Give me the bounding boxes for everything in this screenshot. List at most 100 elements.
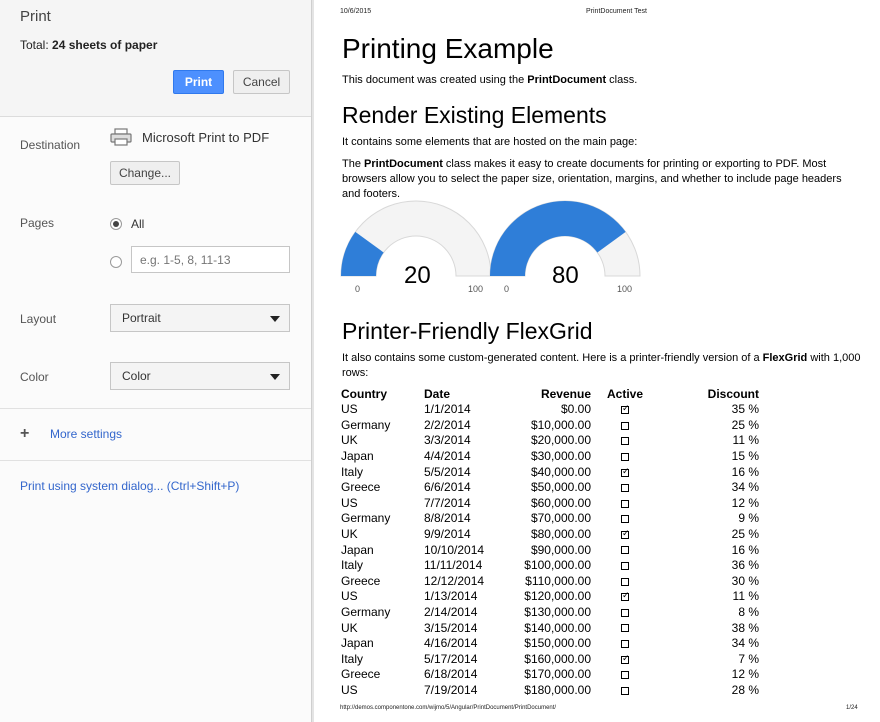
cell-country: US [341,495,358,510]
cell-discount: 28 % [731,682,759,697]
render-bold: PrintDocument [364,158,443,170]
active-checkbox [621,653,630,664]
table-row: Japan 4/4/2014 $30,000.00 15 % [341,449,759,465]
destination-label: Destination [20,138,81,152]
layout-value: Portrait [122,311,161,325]
cell-date: 3/15/2014 [424,620,478,635]
layout-select[interactable]: Portrait [110,304,290,332]
cell-discount: 16 % [731,542,759,557]
cell-date: 11/11/2014 [424,558,483,573]
cell-country: Germany [341,605,391,620]
table-row: UK 3/3/2014 $20,000.00 11 % [341,433,759,449]
cell-date: 2/14/2014 [424,605,478,620]
cell-active [591,652,659,668]
cell-revenue: $60,000.00 [530,495,591,510]
cell-active [591,620,659,636]
pages-all-label: All [131,217,145,231]
active-checkbox [621,466,630,477]
print-button[interactable]: Print [173,70,224,94]
page-footer-url: http://demos.componentone.com/wijmo/5/An… [340,705,557,711]
table-row: US 1/1/2014 $0.00 35 % [341,402,759,418]
pages-custom-radio[interactable] [110,256,122,268]
cell-discount: 38 % [731,620,759,635]
pages-label: Pages [20,216,55,230]
cell-date: 6/6/2014 [424,480,471,495]
cell-revenue: $0.00 [560,402,591,417]
gauge-2-value: 80 [552,262,579,289]
sheet-total: Total: 24 sheets of paper [20,38,157,52]
print-settings-panel: Print Total: 24 sheets of paper Print Ca… [0,0,311,722]
change-destination-button[interactable]: Change... [110,161,180,185]
cell-date: 4/16/2014 [424,636,478,651]
table-row: Germany 8/8/2014 $70,000.00 9 % [341,511,759,527]
cell-country: Japan [341,449,374,464]
cell-active [591,402,659,418]
cell-discount: 11 % [732,589,759,604]
gauge-1-max: 100 [468,284,484,294]
cell-active [591,683,659,699]
total-prefix: Total: [20,38,53,52]
cell-active [591,589,659,605]
flexgrid-text: It also contains some custom-generated c… [342,351,862,381]
active-checkbox [621,437,629,446]
cell-country: UK [341,433,358,448]
cell-active [591,496,659,512]
table-row: US 1/13/2014 $120,000.00 11 % [341,589,759,605]
cell-country: US [341,682,358,697]
plus-icon[interactable]: + [20,426,29,442]
divider [0,408,311,409]
cancel-button[interactable]: Cancel [233,70,290,94]
cell-country: Greece [341,480,381,495]
print-preview-page: 10/6/2015 PrintDocument Test Printing Ex… [314,0,880,722]
intro-post: class. [606,74,638,86]
col-active: Active [606,387,644,401]
cell-date: 5/17/2014 [424,651,478,666]
cell-country: Greece [341,667,381,682]
active-checkbox [621,452,629,461]
cell-active [591,574,659,590]
page-header-title: PrintDocument Test [586,8,647,15]
cell-active [591,667,659,683]
col-country: Country [341,387,387,401]
table-row: Italy 5/5/2014 $40,000.00 16 % [341,464,759,480]
cell-discount: 34 % [731,636,759,651]
cell-discount: 35 % [731,402,759,417]
more-settings-link[interactable]: More settings [50,427,122,441]
system-dialog-link[interactable]: Print using system dialog... (Ctrl+Shift… [20,479,239,493]
cell-discount: 12 % [731,495,759,510]
cell-country: US [341,402,358,417]
active-checkbox [621,403,630,415]
cell-revenue: $30,000.00 [530,449,591,464]
divider [0,460,311,461]
col-date: Date [424,387,451,401]
cell-active [591,480,659,496]
cell-revenue: $140,000.00 [524,620,591,635]
pages-range-input[interactable] [131,246,290,273]
active-checkbox [621,624,629,633]
cell-date: 7/19/2014 [424,682,478,697]
cell-country: Greece [341,573,381,588]
intro-pre: This document was created using the [342,74,528,86]
cell-revenue: $130,000.00 [524,605,591,620]
table-row: Greece 12/12/2014 $110,000.00 30 % [341,574,759,590]
cell-revenue: $20,000.00 [530,433,591,448]
cell-date: 3/3/2014 [424,433,471,448]
cell-discount: 25 % [731,527,759,542]
gauge-2-max: 100 [617,284,633,294]
cell-country: Japan [341,542,374,557]
col-revenue: Revenue [540,387,591,401]
pages-all-radio[interactable] [110,218,122,230]
cell-discount: 8 % [738,605,759,620]
printer-icon [110,128,132,146]
table-row: Greece 6/6/2014 $50,000.00 34 % [341,480,759,496]
cell-active [591,511,659,527]
section-heading-render: Render Existing Elements [342,102,607,128]
cell-revenue: $170,000.00 [524,667,591,682]
cell-date: 2/2/2014 [424,417,471,432]
print-header: Print Total: 24 sheets of paper Print Ca… [0,0,311,117]
color-select[interactable]: Color [110,362,290,390]
render-text-1: It contains some elements that are hoste… [342,136,638,148]
cell-active [591,605,659,621]
cell-date: 8/8/2014 [424,511,471,526]
cell-revenue: $50,000.00 [530,480,591,495]
